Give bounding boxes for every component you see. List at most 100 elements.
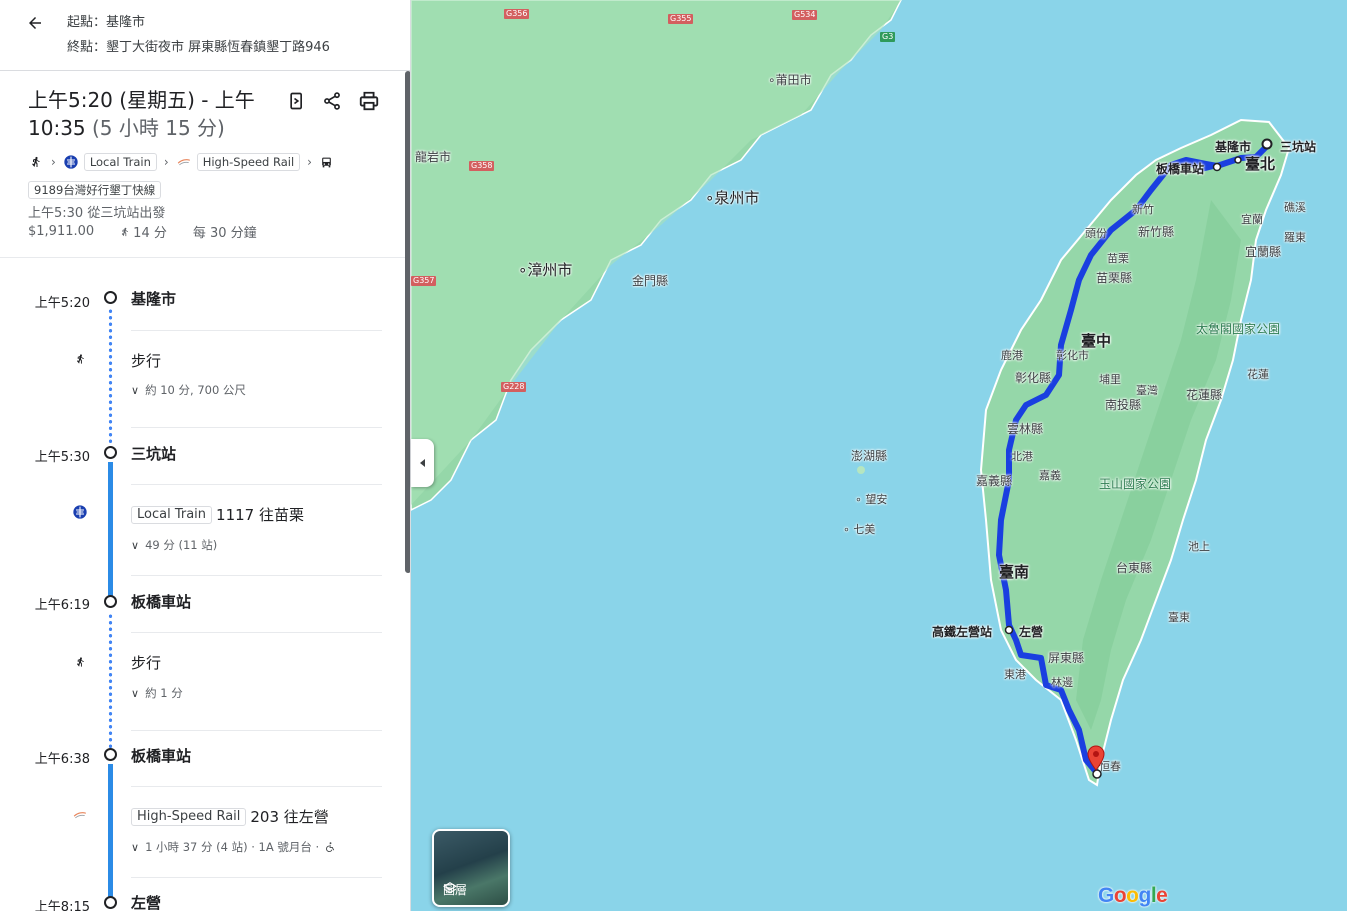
trip-time-range: 上午5:20 (星期五) - 上午 10:35 (5 小時 15 分) [28,86,278,142]
city-label: 臺北 [1245,155,1276,173]
step-details-toggle[interactable]: ∨ 約 1 分 [131,685,183,701]
route-header: 起點：基隆市 終點：墾丁大街夜市 屏東縣恆春鎮墾丁路946 [0,0,410,71]
city-label: 新竹 [1132,203,1154,216]
origin-text[interactable]: 起點：基隆市 [67,11,145,30]
stop-name[interactable]: 左營 [131,892,161,911]
hsr-icon [71,806,89,824]
road-shield: G356 [504,9,530,19]
share-button[interactable] [320,89,344,113]
county-label: 台東縣 [1116,561,1153,575]
trip-duration: (5 小時 15 分) [92,116,225,140]
chevron-right-icon: › [51,155,56,169]
route-timeline: 上午5:20 基隆市 步行 ∨ 約 10 分, 700 公尺 上午5:30 三坑… [0,258,405,911]
google-logo: Google [1098,884,1168,907]
county-label: 苗栗縣 [1096,271,1133,285]
stop-marker [104,446,117,459]
divider [131,484,382,485]
region-label: 臺灣 [1136,384,1158,397]
town-label: 恒春 [1099,760,1121,773]
walk-path-line [108,613,113,748]
local-train-chip: Local Train [83,153,157,171]
city-label: 臺南 [999,563,1030,581]
town-label: 頭份 [1085,227,1107,240]
city-label: ∘泉州市 [705,189,760,207]
stop-name[interactable]: 基隆市 [131,288,176,309]
hsr-path-line [108,764,113,902]
step-details-toggle[interactable]: ∨ 1 小時 37 分 (4 站) · 1A 號月台 · [131,839,336,855]
step-details-toggle[interactable]: ∨ 約 10 分, 700 公尺 [131,382,246,398]
road-shield: G228 [501,382,527,392]
town-label: 埔里 [1099,373,1121,386]
stop-time: 上午5:20 [34,296,90,311]
divider [131,575,382,576]
train-icon [63,154,79,170]
step-detail: 約 1 分 [145,686,183,700]
step-detail: 1 小時 37 分 (4 站) · 1A 號月台 · [145,840,320,854]
share-icon [324,92,340,110]
walk-icon [122,227,129,236]
back-button[interactable] [22,10,48,36]
send-to-phone-button[interactable] [285,89,309,113]
county-label: 金門縣 [632,274,669,288]
station-label: 高鐵左營站 [932,625,993,639]
penghu-island [857,466,865,474]
divider [131,730,382,731]
directions-panel: 起點：基隆市 終點：墾丁大街夜市 屏東縣恆春鎮墾丁路946 上午5:20 (星期… [0,0,411,911]
step-label: 步行 [131,352,162,370]
chevron-down-icon: ∨ [131,686,140,700]
hsr-icon [176,154,192,170]
stop-time: 上午6:19 [34,598,90,613]
stop-name[interactable]: 三坑站 [131,443,176,464]
city-label: 彰化市 [1056,349,1089,362]
road-shield: G534 [792,10,818,20]
divider [131,330,382,331]
town-label: 北港 [1011,450,1033,463]
town-label: 鹿港 [1001,349,1023,362]
park-label: 玉山國家公園 [1099,477,1172,491]
layers-label-row: 圖層 [443,881,467,898]
trip-stats: $1,911.00 14 分 每 30 分鐘 [28,222,257,241]
train-icon [71,503,89,521]
stop-name[interactable]: 板橋車站 [131,591,191,612]
train-path-line [108,462,113,600]
destination-text[interactable]: 終點：墾丁大街夜市 屏東縣恆春鎮墾丁路946 [67,36,330,55]
collapse-panel-button[interactable] [411,439,434,487]
walk-minutes: 14 分 [133,226,167,241]
chevron-right-icon: › [307,155,312,169]
county-label: 彰化縣 [1015,371,1052,385]
chevron-down-icon: ∨ [131,383,140,397]
hsr-line: 203 往左營 [250,808,329,826]
chevron-down-icon: ∨ [131,840,140,854]
county-label: 澎湖縣 [851,449,888,463]
stop-name[interactable]: 板橋車站 [131,745,191,766]
stop-time: 上午6:38 [34,752,90,767]
bus-line-chip: 9189台灣好行墾丁快線 [28,181,162,199]
transit-step-label: High-Speed Rail 203 往左營 [131,806,329,827]
town-label: 池上 [1188,540,1210,553]
send-to-device-icon [290,92,302,110]
step-detail: 約 10 分, 700 公尺 [145,383,246,397]
map-canvas[interactable]: G356 G355 G534 G3 G358 G228 G357 ∘莆田市 龍岩… [411,0,1347,911]
station-label: 板橋車站 [1156,162,1205,176]
city-label: 左營 [1019,625,1044,639]
divider [131,786,382,787]
local-train-chip: Local Train [131,505,213,524]
road-shield: G357 [411,276,437,286]
train-line: 1117 往苗栗 [216,506,304,524]
print-button[interactable] [357,89,381,113]
city-label: 龍岩市 [415,150,452,164]
road-shield: G358 [469,161,495,171]
layers-icon [443,882,457,894]
town-label: ∘ 七美 [843,523,876,536]
step-detail: 49 分 (11 站) [145,538,218,552]
city-label: ∘漳州市 [518,261,573,279]
county-label: 南投縣 [1105,398,1142,412]
county-label: 新竹縣 [1138,225,1175,239]
town-label: 東港 [1004,668,1026,681]
step-details-toggle[interactable]: ∨ 49 分 (11 站) [131,537,217,553]
printer-icon [359,91,379,111]
walk-icon [28,154,44,170]
town-label: ∘ 望安 [855,493,888,506]
layers-button[interactable]: 圖層 [432,829,510,907]
county-label: 屏東縣 [1048,651,1085,665]
